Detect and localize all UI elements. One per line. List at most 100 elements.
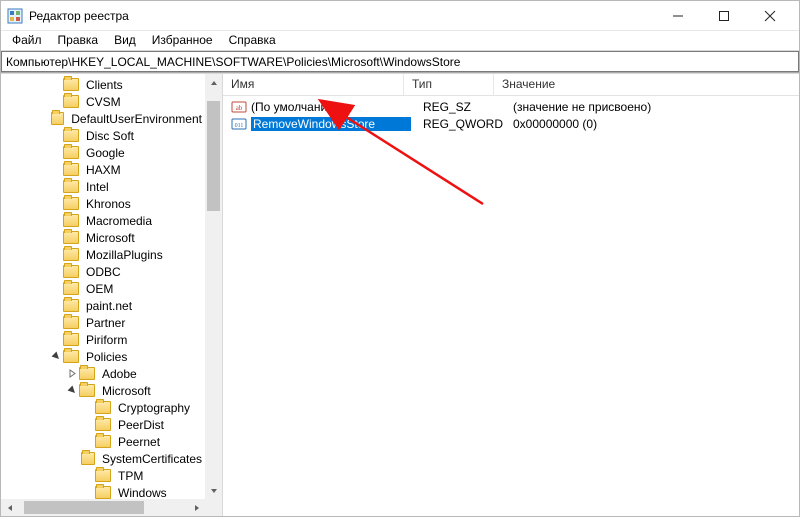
column-header-data[interactable]: Значение	[493, 74, 799, 95]
tree-item[interactable]: HAXM	[1, 161, 205, 178]
window-frame: Редактор реестра Файл Правка Вид Избранн…	[0, 0, 800, 517]
title-bar[interactable]: Редактор реестра	[1, 1, 799, 31]
tree-item-label[interactable]: Microsoft	[99, 384, 154, 398]
tree-item[interactable]: Adobe	[1, 365, 205, 382]
address-bar	[1, 51, 799, 73]
tree-item-label[interactable]: HAXM	[83, 163, 124, 177]
scroll-right-button[interactable]	[188, 499, 205, 516]
chevron-down-icon[interactable]	[49, 350, 63, 364]
scroll-left-button[interactable]	[1, 499, 18, 516]
window-minimize-button[interactable]	[655, 1, 701, 31]
scroll-track-v[interactable]	[205, 91, 222, 482]
scroll-thumb-h[interactable]	[24, 501, 144, 514]
chevron-right-icon[interactable]	[65, 367, 79, 381]
tree-item[interactable]: Partner	[1, 314, 205, 331]
value-row[interactable]: ab (По умолчанию) REG_SZ(значение не присв…	[223, 98, 799, 115]
tree-scroll[interactable]: Clients CVSM DefaultUserEnvironment Disc So…	[1, 74, 222, 516]
tree-item[interactable]: OEM	[1, 280, 205, 297]
folder-icon	[63, 197, 79, 210]
value-row[interactable]: 011RemoveWindowsStoreREG_QWORD0x00000000…	[223, 115, 799, 132]
tree-item-label[interactable]: Piriform	[83, 333, 130, 347]
tree-item-label[interactable]: Policies	[83, 350, 130, 364]
tree-item-label[interactable]: TPM	[115, 469, 146, 483]
menu-favorites[interactable]: Избранное	[145, 32, 220, 48]
tree-item[interactable]: paint.net	[1, 297, 205, 314]
menu-view[interactable]: Вид	[107, 32, 143, 48]
tree-item-label[interactable]: Partner	[83, 316, 128, 330]
tree-item[interactable]: Clients	[1, 76, 205, 93]
tree-item-label[interactable]: Macromedia	[83, 214, 155, 228]
tree-item-label[interactable]: CVSM	[83, 95, 124, 109]
folder-icon	[95, 401, 111, 414]
tree-item[interactable]: Macromedia	[1, 212, 205, 229]
tree-item-label[interactable]: Peernet	[115, 435, 163, 449]
column-header-name[interactable]: Имя	[223, 74, 403, 95]
tree-item[interactable]: CVSM	[1, 93, 205, 110]
tree-scrollbar-vertical[interactable]	[205, 74, 222, 499]
tree-item[interactable]: DefaultUserEnvironment	[1, 110, 205, 127]
tree-item[interactable]: MozillaPlugins	[1, 246, 205, 263]
window-title: Редактор реестра	[29, 9, 129, 23]
tree-item-label[interactable]: MozillaPlugins	[83, 248, 166, 262]
value-type: REG_SZ	[423, 100, 513, 114]
column-header-type[interactable]: Тип	[403, 74, 493, 95]
tree-item-label[interactable]: OEM	[83, 282, 116, 296]
menu-file[interactable]: Файл	[5, 32, 49, 48]
window-maximize-button[interactable]	[701, 1, 747, 31]
tree-item[interactable]: Microsoft	[1, 382, 205, 399]
tree-item-label[interactable]: DefaultUserEnvironment	[68, 112, 205, 126]
scroll-down-button[interactable]	[205, 482, 222, 499]
tree-item[interactable]: ODBC	[1, 263, 205, 280]
tree-item-label[interactable]: Disc Soft	[83, 129, 137, 143]
folder-icon	[63, 180, 79, 193]
string-value-icon: ab	[231, 99, 247, 115]
regedit-icon	[7, 8, 23, 24]
address-input[interactable]	[1, 51, 799, 72]
tree-item[interactable]: Microsoft	[1, 229, 205, 246]
menu-help[interactable]: Справка	[222, 32, 283, 48]
tree-item[interactable]: Cryptography	[1, 399, 205, 416]
tree-item[interactable]: Google	[1, 144, 205, 161]
tree-item-label[interactable]: SystemCertificates	[99, 452, 205, 466]
tree-scrollbar-horizontal[interactable]	[1, 499, 205, 516]
folder-icon	[63, 146, 79, 159]
folder-icon	[63, 248, 79, 261]
folder-icon	[79, 367, 95, 380]
values-list[interactable]: ab (По умолчанию) REG_SZ(значение не присв…	[223, 96, 799, 516]
folder-icon	[95, 435, 111, 448]
tree-item-label[interactable]: PeerDist	[115, 418, 167, 432]
tree-item[interactable]: Intel	[1, 178, 205, 195]
chevron-down-icon[interactable]	[65, 384, 79, 398]
tree-item-label[interactable]: Microsoft	[83, 231, 138, 245]
menu-edit[interactable]: Правка	[51, 32, 106, 48]
window-close-button[interactable]	[747, 1, 793, 31]
value-name[interactable]: RemoveWindowsStore	[251, 117, 411, 131]
tree-item-label[interactable]: Clients	[83, 78, 126, 92]
tree-item[interactable]: PeerDist	[1, 416, 205, 433]
tree-item[interactable]: SystemCertificates	[1, 450, 205, 467]
value-name[interactable]: (По умолчанию)	[251, 100, 411, 114]
folder-icon	[63, 95, 79, 108]
value-data: (значение не присвоено)	[513, 100, 799, 114]
scroll-up-button[interactable]	[205, 74, 222, 91]
svg-text:ab: ab	[236, 104, 243, 112]
folder-icon	[81, 452, 95, 465]
tree-item-label[interactable]: Cryptography	[115, 401, 193, 415]
tree-item-label[interactable]: Khronos	[83, 197, 134, 211]
tree-item-label[interactable]: ODBC	[83, 265, 124, 279]
scroll-thumb-v[interactable]	[207, 101, 220, 211]
tree-item[interactable]: Khronos	[1, 195, 205, 212]
tree-item[interactable]: Peernet	[1, 433, 205, 450]
tree-item[interactable]: Disc Soft	[1, 127, 205, 144]
tree-item-label[interactable]: Adobe	[99, 367, 140, 381]
registry-tree[interactable]: Clients CVSM DefaultUserEnvironment Disc So…	[1, 76, 205, 516]
folder-icon	[63, 129, 79, 142]
tree-item-label[interactable]: Windows	[115, 486, 170, 500]
tree-item-label[interactable]: Intel	[83, 180, 112, 194]
scroll-track-h[interactable]	[18, 499, 188, 516]
tree-item[interactable]: TPM	[1, 467, 205, 484]
tree-item[interactable]: Piriform	[1, 331, 205, 348]
tree-item[interactable]: Policies	[1, 348, 205, 365]
tree-item-label[interactable]: Google	[83, 146, 128, 160]
tree-item-label[interactable]: paint.net	[83, 299, 135, 313]
